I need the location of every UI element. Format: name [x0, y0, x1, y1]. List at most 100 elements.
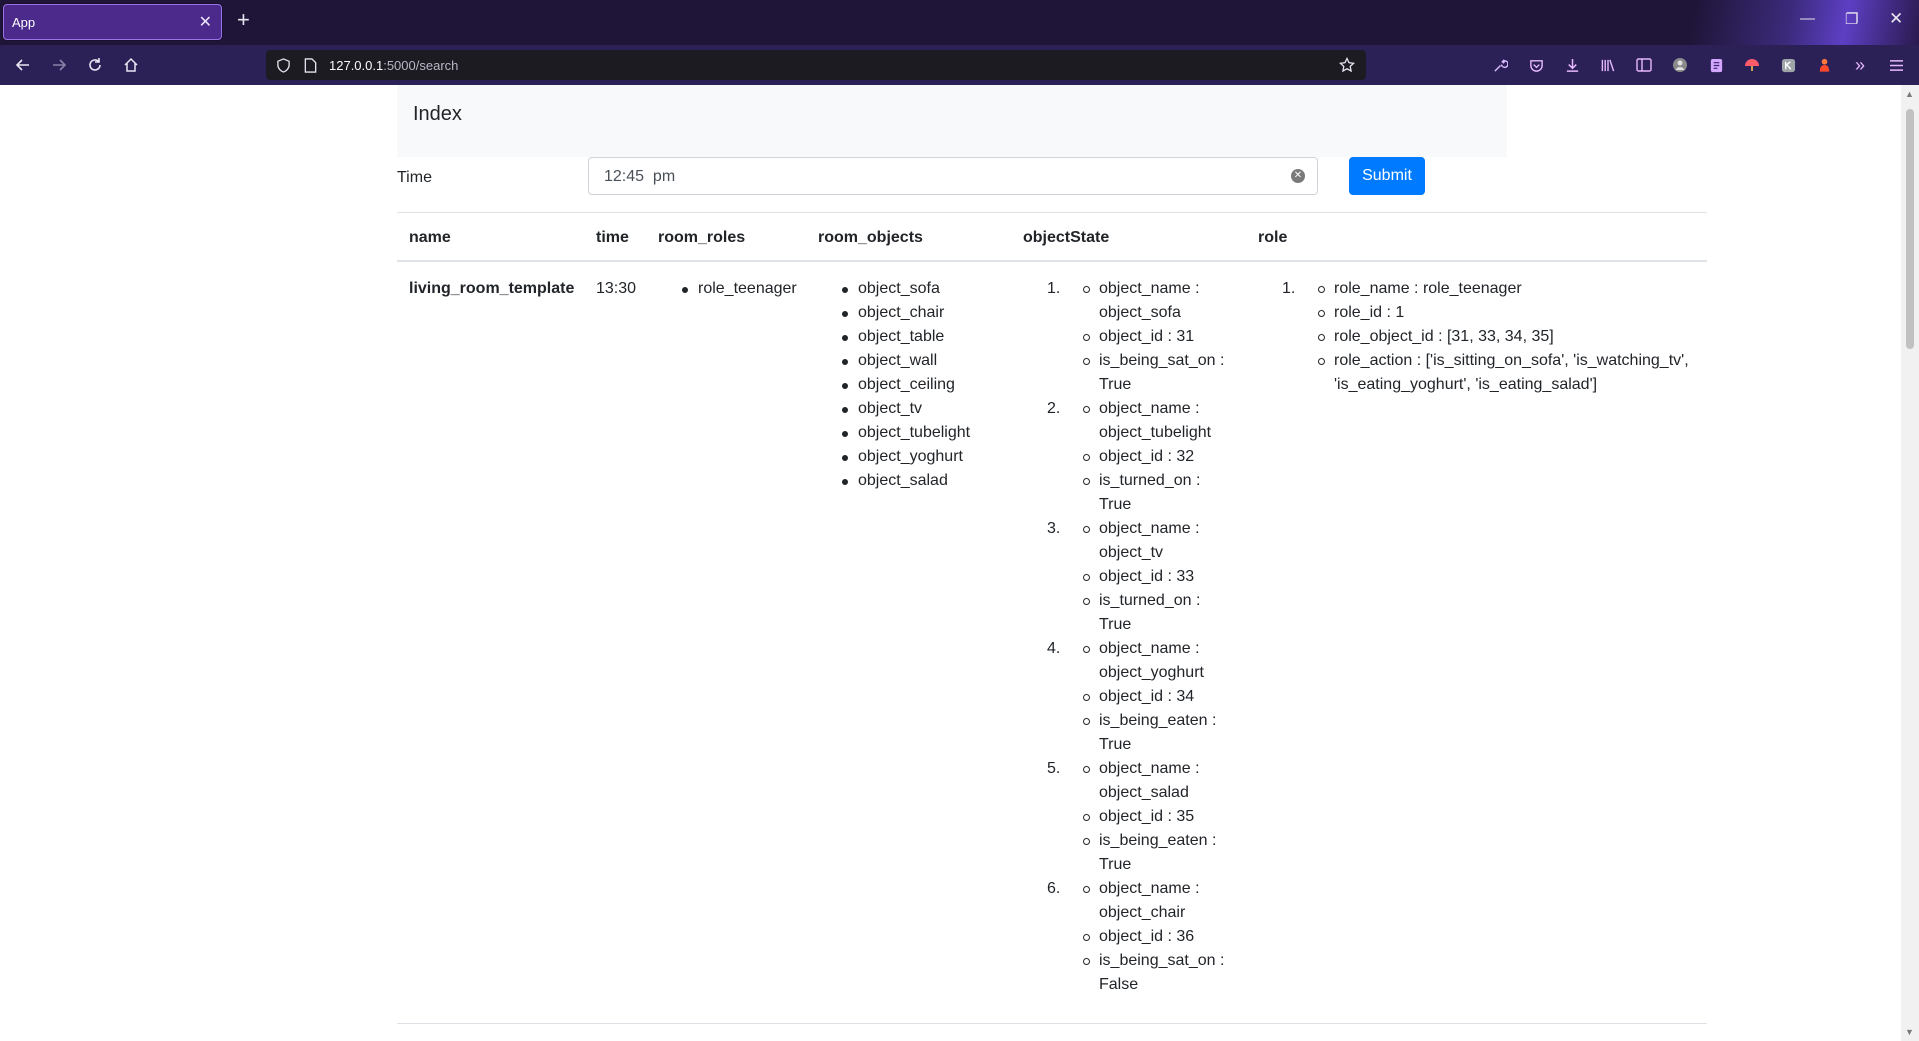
- object-state-item-property: object_name : object_salad: [1083, 757, 1233, 805]
- bookmark-star-icon[interactable]: [1338, 56, 1356, 74]
- column-header-name: name: [409, 229, 451, 246]
- time-label: Time: [397, 169, 432, 186]
- room-object-item: object_yoghurt: [842, 445, 970, 469]
- time-input[interactable]: 12:45 pm ✕: [588, 157, 1318, 195]
- role-item-property: role_object_id : [31, 33, 34, 35]: [1318, 325, 1698, 349]
- library-icon[interactable]: [1597, 54, 1619, 76]
- object-state-item-property: is_being_sat_on : True: [1083, 349, 1233, 397]
- object-state-item-property: object_id : 32: [1083, 445, 1233, 469]
- object-state-item-number: 2.: [1047, 400, 1061, 417]
- cell-name: living_room_template: [409, 280, 575, 297]
- scrollbar-thumb[interactable]: [1906, 109, 1914, 349]
- room-object-item: object_ceiling: [842, 373, 970, 397]
- tab-bar: App ✕ + — ❐ ✕: [0, 0, 1919, 45]
- object-state-item-number: 1.: [1047, 280, 1061, 297]
- page-content: Index Time 12:45 pm ✕ Submit name time r…: [0, 85, 1901, 1041]
- url-bar[interactable]: 127.0.0.1:5000/search: [266, 50, 1366, 80]
- wrench-icon[interactable]: [1489, 54, 1511, 76]
- object-state-item-property: object_name : object_tubelight: [1083, 397, 1233, 445]
- object-state-item-property: is_being_eaten : True: [1083, 709, 1233, 757]
- table-row-border: [397, 1023, 1707, 1024]
- object-state-item-property: object_id : 33: [1083, 565, 1233, 589]
- object-state-item-property: object_name : object_yoghurt: [1083, 637, 1233, 685]
- object-state-item-properties: object_name : object_yoghurt object_id : …: [1083, 637, 1233, 757]
- object-state-item-property: is_being_eaten : True: [1083, 829, 1233, 877]
- room-object-item: object_table: [842, 325, 970, 349]
- browser-tab[interactable]: App ✕: [3, 4, 222, 40]
- page-title[interactable]: Index: [413, 103, 462, 126]
- extension-icon[interactable]: [1705, 54, 1727, 76]
- column-header-object-state: objectState: [1023, 229, 1110, 246]
- role-item-number: 1.: [1282, 280, 1296, 297]
- account-icon[interactable]: [1669, 54, 1691, 76]
- object-state-item-properties: object_name : object_tubelight object_id …: [1083, 397, 1233, 517]
- extension-icon[interactable]: [1777, 54, 1799, 76]
- index-navbar: Index: [397, 85, 1507, 157]
- reload-icon[interactable]: [84, 54, 106, 76]
- cell-time: 13:30: [596, 280, 637, 297]
- object-state-item-property: object_name : object_chair: [1083, 877, 1233, 925]
- column-header-room-roles: room_roles: [658, 229, 746, 246]
- vertical-scrollbar[interactable]: ▲ ▼: [1901, 85, 1919, 1041]
- extension-icon[interactable]: [1741, 54, 1763, 76]
- time-input-value[interactable]: 12:45 pm: [604, 168, 675, 186]
- url-text[interactable]: 127.0.0.1:5000/search: [329, 58, 458, 73]
- object-state-item-property: object_name : object_tv: [1083, 517, 1233, 565]
- object-state-item-number: 3.: [1047, 520, 1061, 537]
- room-object-item: object_tv: [842, 397, 970, 421]
- object-state-item-number: 5.: [1047, 760, 1061, 777]
- object-state-item-property: object_name : object_sofa: [1083, 277, 1233, 325]
- object-state-item-number: 6.: [1047, 880, 1061, 897]
- object-state-list: 1. object_name : object_sofa object_id : 3…: [1023, 277, 1233, 997]
- object-state-item-properties: object_name : object_sofa object_id : 31 i…: [1083, 277, 1233, 397]
- restore-icon[interactable]: ❐: [1845, 10, 1858, 28]
- nav-bar: 127.0.0.1:5000/search »: [0, 45, 1919, 85]
- close-tab-icon[interactable]: ✕: [199, 12, 212, 32]
- submit-button[interactable]: Submit: [1349, 157, 1425, 195]
- object-state-item: 6. object_name : object_chair object_id : …: [1023, 877, 1233, 997]
- object-state-item-property: is_being_sat_on : False: [1083, 949, 1233, 997]
- object-state-item-property: object_id : 35: [1083, 805, 1233, 829]
- cell-room-objects: object_sofa object_chair object_table objec…: [842, 277, 970, 493]
- object-state-item-property: object_id : 36: [1083, 925, 1233, 949]
- table-header-border: [397, 260, 1707, 262]
- page-icon[interactable]: [301, 56, 319, 74]
- room-object-item: object_wall: [842, 349, 970, 373]
- menu-icon[interactable]: [1885, 54, 1907, 76]
- object-state-item-number: 4.: [1047, 640, 1061, 657]
- column-header-room-objects: room_objects: [818, 229, 923, 246]
- object-state-item-properties: object_name : object_tv object_id : 33 is_…: [1083, 517, 1233, 637]
- column-header-role: role: [1258, 229, 1288, 246]
- role-item-property: role_id : 1: [1318, 301, 1698, 325]
- extension-icon[interactable]: [1813, 54, 1835, 76]
- object-state-item: 1. object_name : object_sofa object_id : 3…: [1023, 277, 1233, 397]
- role-item: 1. role_name : role_teenager role_id : 1 ro…: [1258, 277, 1698, 397]
- pocket-icon[interactable]: [1525, 54, 1547, 76]
- room-object-item: object_sofa: [842, 277, 970, 301]
- object-state-item-property: is_turned_on : True: [1083, 589, 1233, 637]
- object-state-item: 5. object_name : object_salad object_id : …: [1023, 757, 1233, 877]
- close-window-icon[interactable]: ✕: [1889, 9, 1903, 29]
- object-state-item-properties: object_name : object_salad object_id : 35…: [1083, 757, 1233, 877]
- overflow-icon[interactable]: »: [1849, 54, 1871, 76]
- forward-icon[interactable]: [48, 54, 70, 76]
- role-item-property: role_name : role_teenager: [1318, 277, 1698, 301]
- tab-title: App: [12, 15, 36, 30]
- new-tab-icon[interactable]: +: [237, 9, 250, 31]
- scroll-up-icon[interactable]: ▲: [1905, 89, 1914, 99]
- scroll-down-icon[interactable]: ▼: [1905, 1027, 1914, 1037]
- minimize-icon[interactable]: —: [1800, 10, 1815, 27]
- sidebar-icon[interactable]: [1633, 54, 1655, 76]
- home-icon[interactable]: [120, 54, 142, 76]
- back-icon[interactable]: [12, 54, 34, 76]
- download-icon[interactable]: [1561, 54, 1583, 76]
- table-top-border: [397, 212, 1707, 213]
- shield-icon[interactable]: [274, 56, 292, 74]
- object-state-item: 3. object_name : object_tv object_id : 33 i…: [1023, 517, 1233, 637]
- room-object-item: object_chair: [842, 301, 970, 325]
- clear-icon[interactable]: ✕: [1291, 169, 1305, 183]
- object-state-item-properties: object_name : object_chair object_id : 36…: [1083, 877, 1233, 997]
- cell-object-state: 1. object_name : object_sofa object_id : 3…: [1023, 277, 1233, 997]
- room-object-item: object_salad: [842, 469, 970, 493]
- object-state-item: 4. object_name : object_yoghurt object_id …: [1023, 637, 1233, 757]
